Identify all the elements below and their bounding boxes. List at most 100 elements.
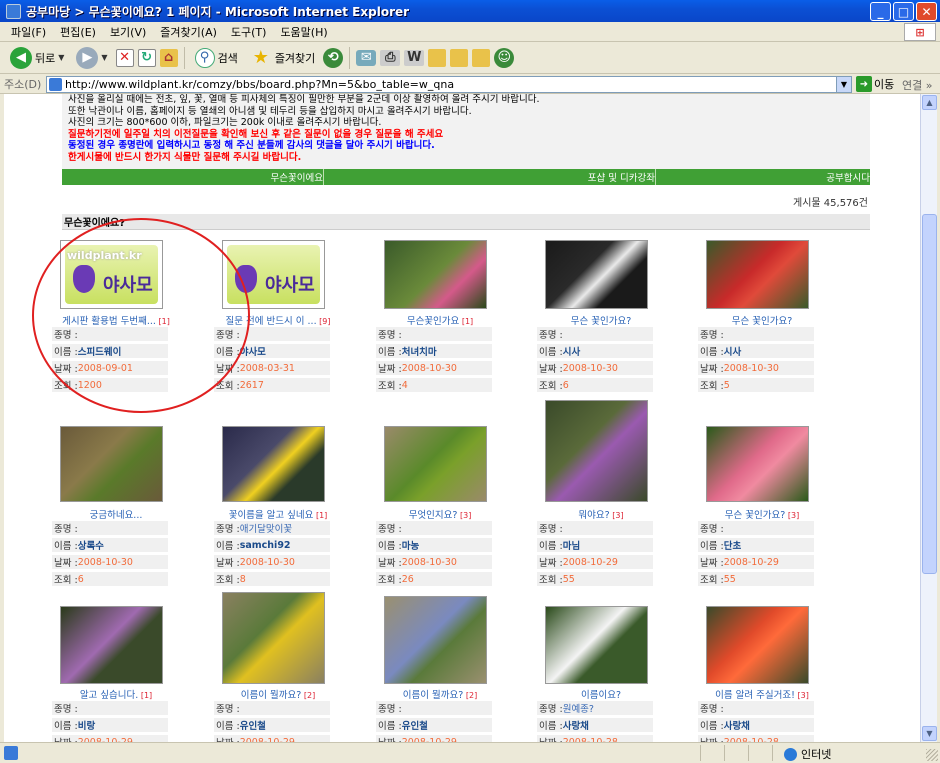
field-value[interactable]: 단초 bbox=[724, 538, 741, 552]
zone-label: 인터넷 bbox=[801, 748, 832, 761]
post-thumbnail[interactable] bbox=[706, 426, 809, 502]
field-value: 8 bbox=[239, 573, 246, 585]
post-thumbnail[interactable] bbox=[706, 240, 809, 309]
messenger-icon[interactable] bbox=[472, 48, 491, 67]
history-icon[interactable]: ⟲ bbox=[323, 47, 344, 68]
post-title-link[interactable]: 이름이요? bbox=[537, 687, 665, 701]
post-thumbnail[interactable] bbox=[545, 606, 648, 684]
menu-tools[interactable]: 도구(T) bbox=[224, 24, 274, 40]
menu-edit[interactable]: 편집(E) bbox=[53, 24, 103, 40]
field-value[interactable]: 마님 bbox=[563, 538, 580, 552]
field-value[interactable]: 유인철 bbox=[402, 718, 428, 732]
field-value[interactable]: 상록수 bbox=[78, 538, 104, 552]
post-thumbnail[interactable] bbox=[384, 426, 487, 502]
post-title-link[interactable]: 무슨꽃인가요 [1] bbox=[376, 313, 504, 327]
post-thumbnail[interactable] bbox=[706, 606, 809, 684]
field-label: 날짜 : bbox=[378, 735, 402, 742]
refresh-icon[interactable]: ↻ bbox=[137, 48, 156, 67]
post-title: 뭐야요? bbox=[578, 510, 610, 521]
search-button[interactable]: ⚲ 검색 bbox=[191, 46, 242, 70]
post-title-link[interactable]: 무슨 꽃인가요? bbox=[698, 313, 826, 327]
post-title-link[interactable]: 이름 알려 주실거죠! [3] bbox=[698, 687, 826, 701]
post-thumbnail[interactable] bbox=[384, 240, 487, 309]
address-input[interactable]: http://www.wildplant.kr/comzy/bbs/board.… bbox=[46, 76, 852, 93]
post-thumbnail[interactable] bbox=[545, 400, 648, 502]
menu-bar: 파일(F) 편집(E) 보기(V) 즐겨찾기(A) 도구(T) 도움말(H) ⊞ bbox=[0, 22, 940, 42]
research-icon[interactable] bbox=[450, 48, 469, 67]
maximize-button[interactable]: □ bbox=[893, 2, 914, 21]
edit-icon[interactable]: W bbox=[404, 49, 425, 66]
post-title-link[interactable]: 무슨 꽃인가요? [3] bbox=[698, 507, 826, 521]
print-icon[interactable]: ⎙ bbox=[380, 49, 401, 66]
post-thumbnail[interactable] bbox=[60, 426, 163, 502]
field-value[interactable]: 스피드웨이 bbox=[78, 344, 122, 358]
scroll-thumb[interactable] bbox=[922, 214, 937, 574]
minimize-button[interactable]: _ bbox=[870, 2, 891, 21]
views-row: 조회 : 5 bbox=[698, 378, 814, 392]
post-thumbnail[interactable]: 야사모 bbox=[222, 240, 325, 309]
favorites-button[interactable]: ★ 즐겨찾기 bbox=[246, 45, 319, 71]
menu-view[interactable]: 보기(V) bbox=[103, 24, 153, 40]
field-value[interactable]: 사랑채 bbox=[563, 718, 589, 732]
forward-dropdown-icon[interactable]: ▼ bbox=[101, 53, 107, 62]
people-icon[interactable]: ☺ bbox=[494, 47, 515, 68]
post-title-link[interactable]: 뭐야요? [3] bbox=[537, 507, 665, 521]
post-thumbnail[interactable] bbox=[384, 596, 487, 684]
forward-button[interactable]: ▶ ▼ bbox=[72, 45, 111, 71]
post-title-link[interactable]: 무슨 꽃인가요? bbox=[537, 313, 665, 327]
favorites-label: 즐겨찾기 bbox=[274, 51, 316, 65]
field-value[interactable]: 유인철 bbox=[240, 718, 266, 732]
folder-icon[interactable] bbox=[428, 48, 447, 67]
post-title-link[interactable]: 이름이 뭘까요? [2] bbox=[214, 687, 342, 701]
back-button[interactable]: ◀ 뒤로 ▼ bbox=[6, 45, 68, 71]
post-title-link[interactable]: 꽃이름을 알고 싶네요 [1] bbox=[214, 507, 342, 521]
forward-arrow-icon: ▶ bbox=[76, 46, 99, 69]
tab-question[interactable]: 무슨꽃이에요 bbox=[62, 169, 324, 185]
author-row: 이름 : 스피드웨이 bbox=[52, 344, 168, 358]
links-button[interactable]: 연결 » bbox=[902, 77, 932, 93]
tab-study[interactable]: 공부합시다 bbox=[656, 169, 870, 185]
field-value[interactable]: 마농 bbox=[402, 538, 419, 552]
post-title-link[interactable]: 알고 싶습니다. [1] bbox=[52, 687, 180, 701]
stop-icon[interactable]: ✕ bbox=[115, 48, 134, 67]
field-value[interactable]: 시사 bbox=[563, 344, 580, 358]
vertical-scrollbar[interactable]: ▲ ▼ bbox=[920, 94, 937, 742]
star-icon: ★ bbox=[252, 47, 269, 68]
mail-icon[interactable]: ✉ bbox=[356, 49, 377, 66]
species-row: 종명 : 애기달맞이꽃 bbox=[214, 521, 330, 535]
scroll-up-icon[interactable]: ▲ bbox=[922, 95, 937, 110]
post-thumbnail[interactable] bbox=[60, 606, 163, 684]
field-value[interactable]: 야사모 bbox=[240, 344, 266, 358]
field-label: 종명 : bbox=[700, 524, 724, 535]
post-title-link[interactable]: 무엇인지요? [3] bbox=[376, 507, 504, 521]
field-value[interactable]: samchi92 bbox=[240, 540, 291, 551]
resize-grip[interactable] bbox=[926, 749, 938, 761]
menu-favorites[interactable]: 즐겨찾기(A) bbox=[153, 24, 224, 40]
menu-file[interactable]: 파일(F) bbox=[4, 24, 53, 40]
tab-photoshop[interactable]: 포샵 및 디카강좌 bbox=[324, 169, 656, 185]
post-thumbnail[interactable] bbox=[222, 592, 325, 684]
field-value[interactable]: 처녀치마 bbox=[402, 344, 437, 358]
field-value[interactable]: 시사 bbox=[724, 344, 741, 358]
address-dropdown-icon[interactable]: ▼ bbox=[836, 77, 851, 92]
menu-help[interactable]: 도움말(H) bbox=[273, 24, 334, 40]
post-title-link[interactable]: 궁금하네요... bbox=[52, 507, 180, 521]
post-title-link[interactable]: 게시판 활용법 두번째... [1] bbox=[52, 313, 180, 327]
post-thumbnail[interactable] bbox=[545, 240, 648, 309]
back-dropdown-icon[interactable]: ▼ bbox=[58, 53, 64, 62]
close-button[interactable]: ✕ bbox=[916, 2, 937, 21]
post-title-link[interactable]: 질문 전에 반드시 이 ... [9] bbox=[214, 313, 342, 327]
home-icon[interactable]: ⌂ bbox=[159, 48, 178, 67]
field-value[interactable]: 사랑채 bbox=[724, 718, 750, 732]
post-thumbnail[interactable]: 야사모 wildplant.kr bbox=[60, 240, 163, 309]
field-label: 종명 : bbox=[700, 330, 724, 341]
field-label: 종명 : bbox=[378, 704, 402, 715]
post-title: 이름이요? bbox=[580, 690, 621, 701]
field-value: 2008-10-29 bbox=[723, 556, 779, 568]
scroll-down-icon[interactable]: ▼ bbox=[922, 726, 937, 741]
go-button[interactable]: ➜ 이동 bbox=[856, 76, 894, 92]
field-value[interactable]: 비랑 bbox=[78, 718, 95, 732]
post-title-link[interactable]: 이름이 뭘까요? [2] bbox=[376, 687, 504, 701]
post-thumbnail[interactable] bbox=[222, 426, 325, 502]
address-bar: 주소(D) http://www.wildplant.kr/comzy/bbs/… bbox=[0, 74, 940, 94]
